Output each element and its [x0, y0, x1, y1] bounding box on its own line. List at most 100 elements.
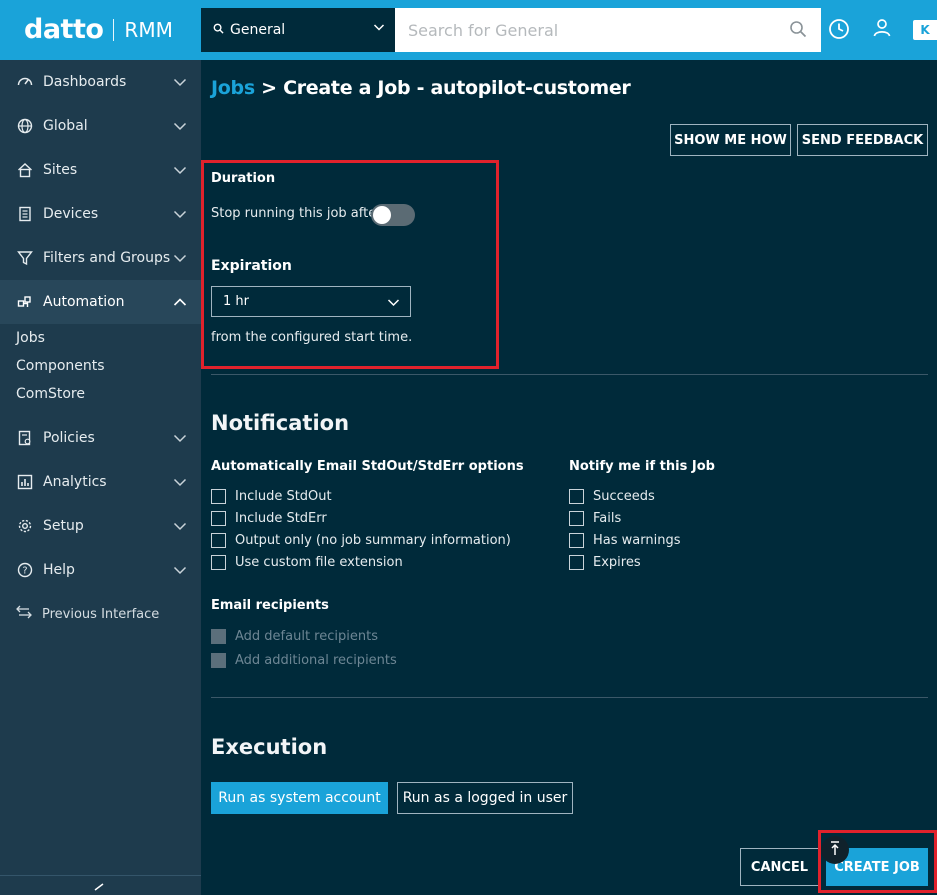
additional-recipients-checkbox: Add additional recipients [211, 653, 397, 668]
chevron-down-icon [173, 119, 187, 137]
run-as-logged-in-user-button[interactable]: Run as a logged in user [397, 782, 573, 814]
analytics-icon [16, 473, 34, 491]
scroll-to-top-button[interactable] [821, 836, 849, 864]
custom-extension-checkbox[interactable]: Use custom file extension [211, 555, 403, 570]
sidebar-item-label: Automation [43, 294, 125, 310]
stop-running-toggle[interactable] [371, 204, 415, 226]
sidebar-item-label: Analytics [43, 474, 107, 490]
device-icon [16, 205, 34, 223]
sidebar-item-devices[interactable]: Devices [0, 192, 201, 236]
stop-running-label: Stop running this job after [211, 206, 382, 221]
chevron-down-icon [373, 21, 385, 37]
sidebar-item-label: Setup [43, 518, 84, 534]
previous-interface-label: Previous Interface [42, 606, 160, 622]
datto-logo[interactable]: datto RMM [24, 14, 173, 45]
search-input[interactable] [395, 8, 821, 52]
notify-fails-checkbox[interactable]: Fails [569, 511, 621, 526]
chevron-down-icon [173, 563, 187, 581]
include-stdout-checkbox[interactable]: Include StdOut [211, 489, 332, 504]
previous-interface-link[interactable]: Previous Interface [0, 592, 201, 636]
top-bar: datto RMM General K [0, 0, 937, 60]
checkbox-box[interactable] [211, 533, 226, 548]
recipients-heading: Email recipients [211, 598, 329, 613]
expiration-select[interactable]: 1 hr [211, 286, 411, 317]
chevron-down-icon [173, 251, 187, 269]
checkbox-box[interactable] [569, 511, 584, 526]
breadcrumb-jobs-link[interactable]: Jobs [211, 77, 255, 99]
product-name: RMM [124, 17, 173, 42]
checkbox-box[interactable] [211, 555, 226, 570]
chevron-down-icon [173, 207, 187, 225]
home-icon [16, 161, 34, 179]
automation-icon [16, 293, 34, 311]
search-scope-select[interactable]: General [201, 8, 395, 52]
output-only-checkbox[interactable]: Output only (no job summary information) [211, 533, 511, 548]
section-divider [211, 374, 928, 375]
sidebar-item-dashboards[interactable]: Dashboards [0, 60, 201, 104]
send-feedback-button[interactable]: SEND FEEDBACK [797, 124, 928, 156]
filter-icon [16, 249, 34, 267]
checkbox-box[interactable] [211, 489, 226, 504]
show-me-how-button[interactable]: SHOW ME HOW [670, 124, 791, 156]
sidebar-item-analytics[interactable]: Analytics [0, 460, 201, 504]
checkbox-label: Include StdErr [235, 511, 327, 526]
swap-arrows-icon [16, 605, 32, 623]
policy-icon [16, 429, 34, 447]
sidebar-collapse-icon[interactable] [92, 880, 106, 895]
sidebar-item-policies[interactable]: Policies [0, 416, 201, 460]
sidebar-item-label: Dashboards [43, 74, 127, 90]
sidebar-subitem-components[interactable]: Components [0, 352, 201, 380]
checkbox-label: Succeeds [593, 489, 655, 504]
execution-heading: Execution [211, 735, 328, 759]
chevron-up-icon [173, 295, 187, 313]
search-icon[interactable] [789, 20, 807, 42]
sidebar-item-automation[interactable]: Automation [0, 280, 201, 324]
notify-expires-checkbox[interactable]: Expires [569, 555, 641, 570]
sidebar-item-setup[interactable]: Setup [0, 504, 201, 548]
notify-succeeds-checkbox[interactable]: Succeeds [569, 489, 655, 504]
checkbox-box[interactable] [211, 511, 226, 526]
include-stderr-checkbox[interactable]: Include StdErr [211, 511, 327, 526]
notify-heading: Notify me if this Job [569, 459, 715, 474]
cancel-button[interactable]: CANCEL [740, 848, 819, 886]
sidebar-item-global[interactable]: Global [0, 104, 201, 148]
sidebar-item-label: Filters and Groups [43, 250, 171, 266]
notify-warnings-checkbox[interactable]: Has warnings [569, 533, 680, 548]
chevron-down-icon [387, 296, 400, 313]
history-clock-icon[interactable] [828, 18, 850, 44]
chevron-down-icon [173, 163, 187, 181]
arrow-up-icon [829, 840, 841, 860]
dashboard-icon [16, 73, 34, 91]
sidebar-item-label: Policies [43, 430, 95, 446]
checkbox-box[interactable] [569, 533, 584, 548]
chevron-down-icon [173, 519, 187, 537]
page-title: Jobs > Create a Job - autopilot-customer [211, 77, 631, 99]
run-as-system-button[interactable]: Run as system account [211, 782, 388, 814]
search-scope-label: General [230, 22, 286, 38]
help-icon: ? [16, 561, 34, 579]
kaseya-icon[interactable]: K [913, 20, 937, 40]
checkbox-box[interactable] [569, 555, 584, 570]
sidebar-subitem-comstore[interactable]: ComStore [0, 380, 201, 408]
checkbox-box [211, 653, 226, 668]
sidebar: Dashboards Global Sites Devices Filters … [0, 60, 201, 895]
checkbox-box [211, 629, 226, 644]
breadcrumb-current: > Create a Job - autopilot-customer [254, 77, 631, 99]
toggle-knob [373, 206, 391, 224]
checkbox-label: Add default recipients [235, 629, 378, 644]
checkbox-box[interactable] [569, 489, 584, 504]
search-scope-icon [213, 23, 224, 37]
duration-label: Duration [211, 171, 276, 186]
main-content: Jobs > Create a Job - autopilot-customer… [201, 60, 937, 895]
chevron-down-icon [173, 431, 187, 449]
sidebar-item-filters-and-groups[interactable]: Filters and Groups [0, 236, 201, 280]
expiration-value: 1 hr [223, 294, 249, 309]
user-icon[interactable] [872, 18, 892, 42]
sidebar-item-help[interactable]: ? Help [0, 548, 201, 592]
sidebar-subitem-jobs[interactable]: Jobs [0, 324, 201, 352]
expiration-label: Expiration [211, 258, 292, 274]
checkbox-label: Use custom file extension [235, 555, 403, 570]
sidebar-item-sites[interactable]: Sites [0, 148, 201, 192]
checkbox-label: Include StdOut [235, 489, 332, 504]
default-recipients-checkbox: Add default recipients [211, 629, 378, 644]
